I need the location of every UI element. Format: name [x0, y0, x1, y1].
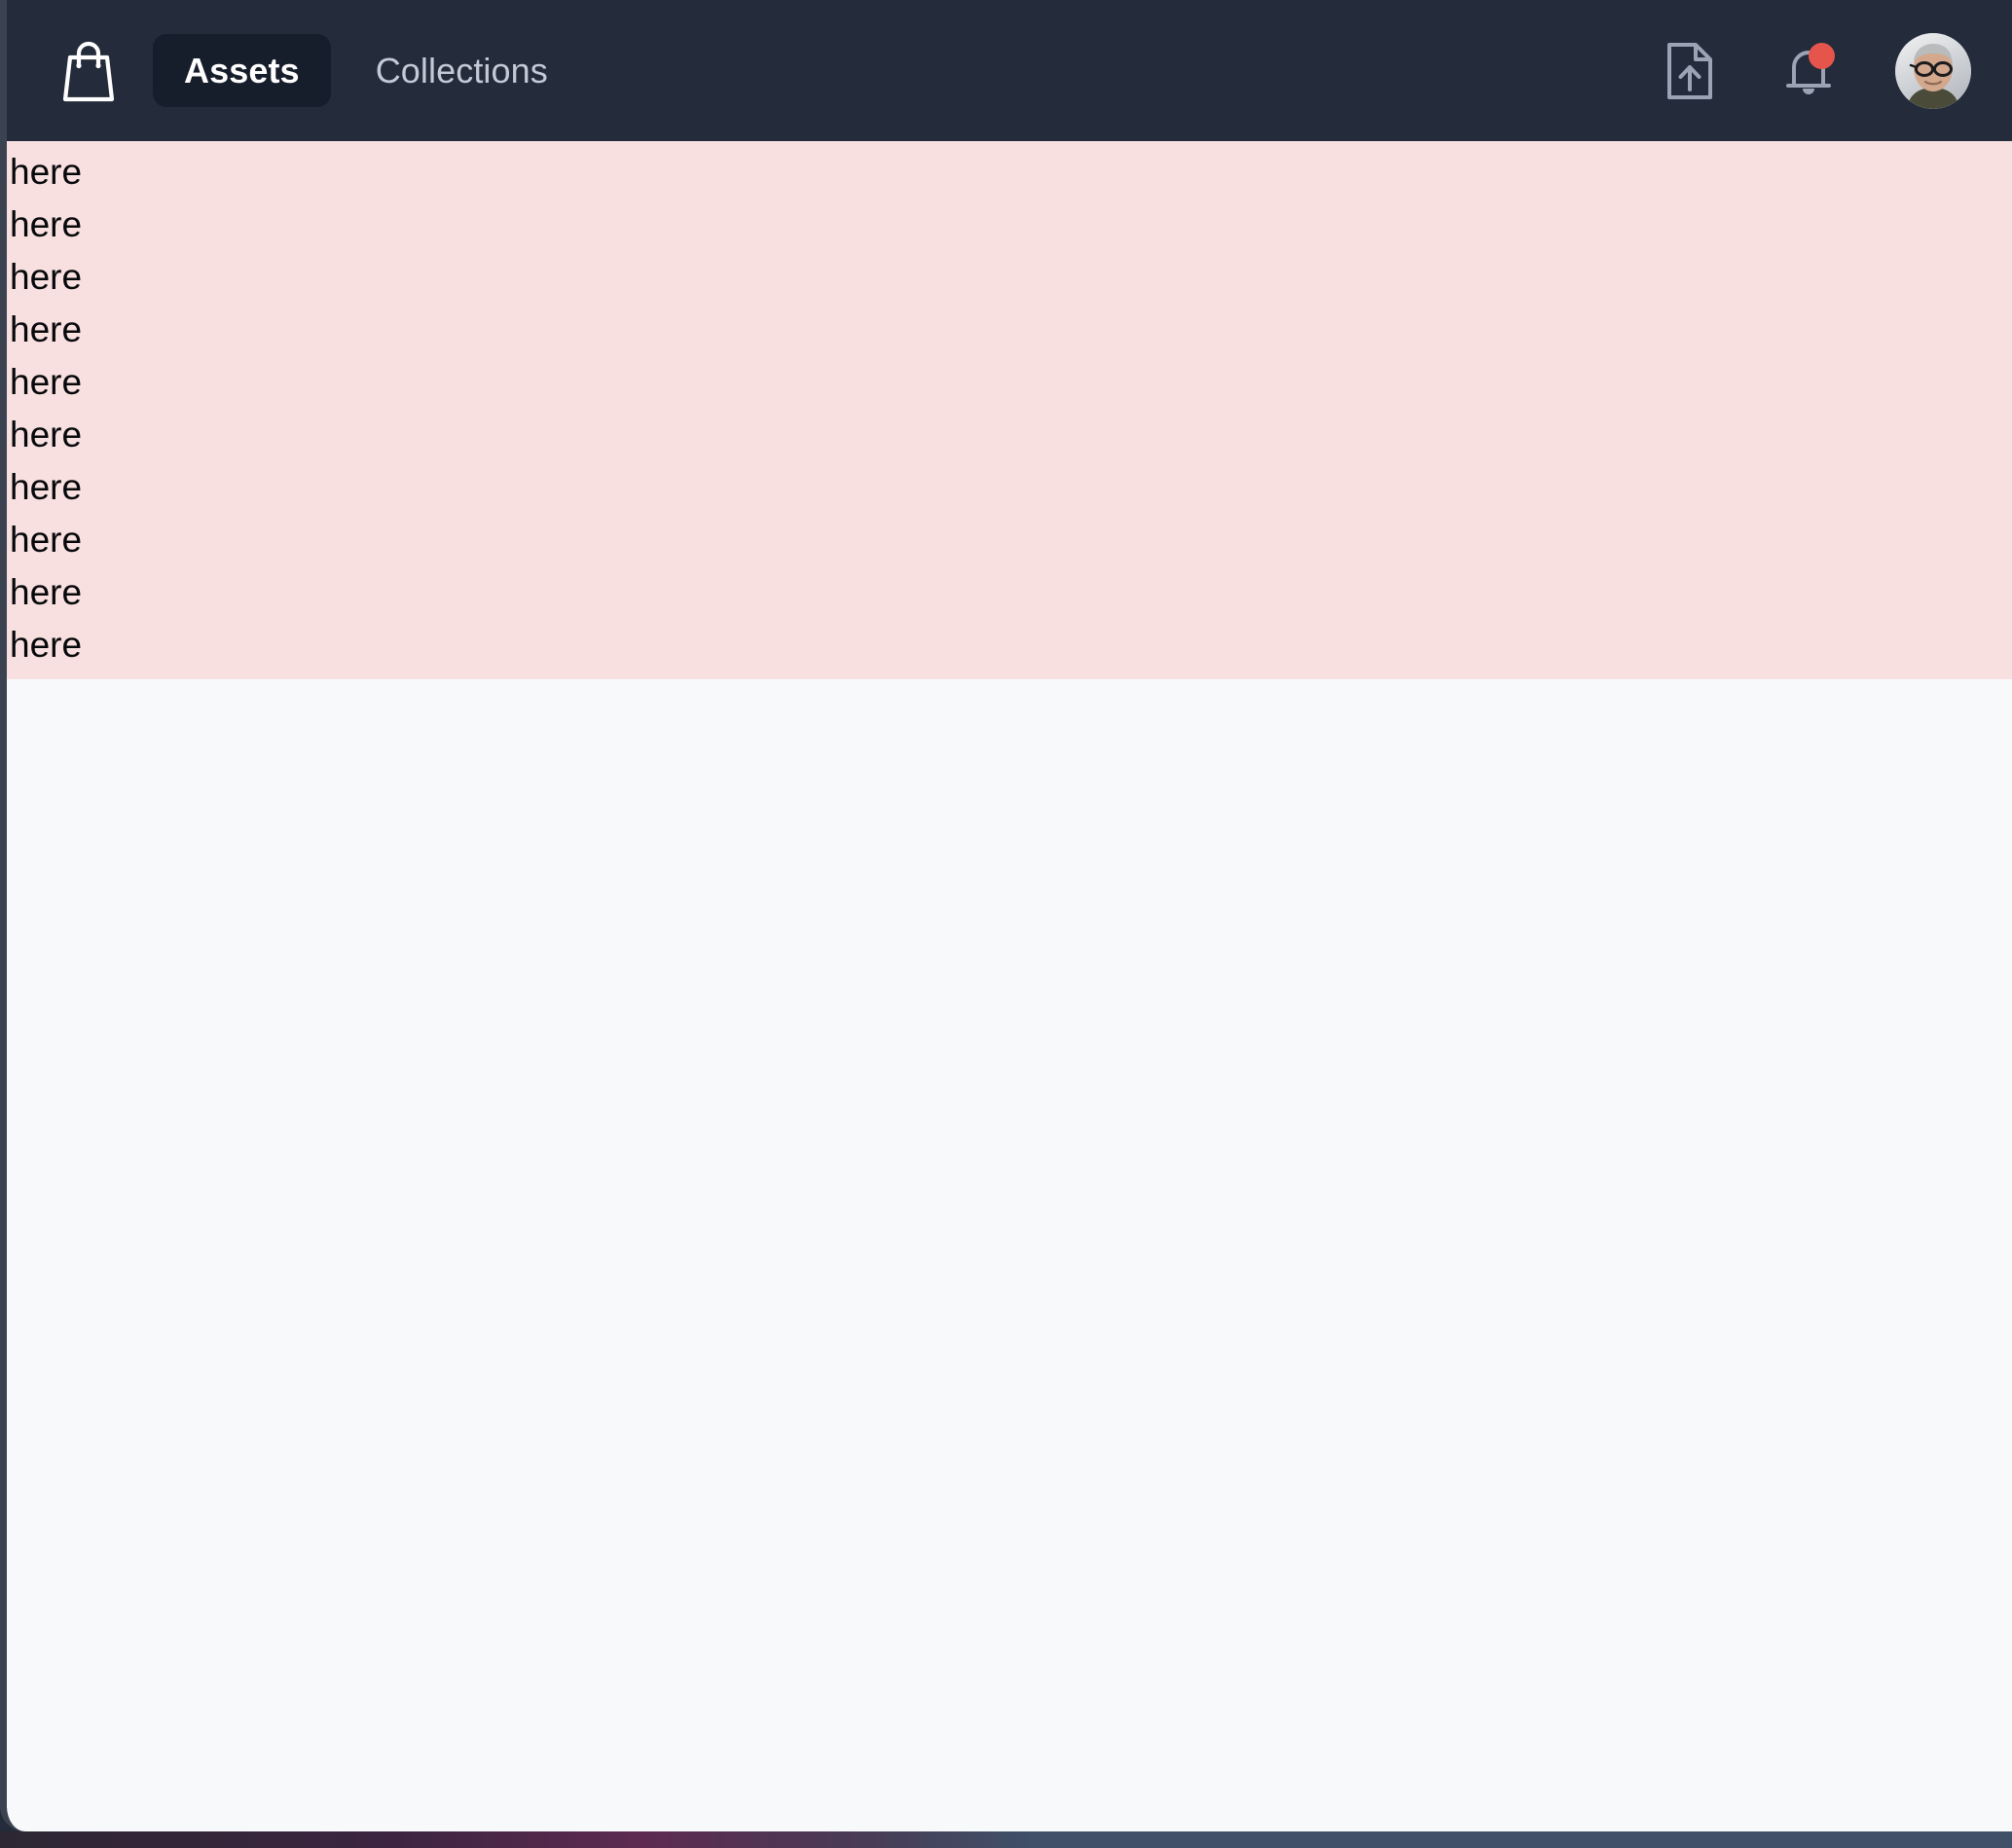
alert-line: here	[10, 362, 83, 402]
header-nav-tabs: Assets Collections	[153, 33, 579, 108]
tab-assets[interactable]: Assets	[153, 33, 331, 108]
avatar[interactable]	[1895, 32, 1971, 109]
upload-file-button[interactable]	[1658, 39, 1722, 103]
alert-line: here	[10, 309, 83, 349]
alert-line: here	[10, 204, 83, 244]
bottom-strip-left	[0, 1831, 1032, 1848]
alert-line: here	[10, 572, 83, 612]
notification-badge-dot	[1809, 42, 1835, 69]
tab-collections[interactable]: Collections	[345, 34, 579, 108]
content-area	[7, 679, 2012, 1808]
alert-line: here	[10, 415, 83, 454]
alert-line: here	[10, 625, 83, 665]
notifications-button[interactable]	[1776, 39, 1841, 103]
alert-region: here here here here here here here here …	[7, 141, 2012, 679]
alert-line: here	[10, 257, 83, 297]
shopping-bag-icon[interactable]	[57, 36, 120, 106]
upload-file-icon	[1664, 41, 1715, 101]
app-header: Assets Collections	[0, 0, 2012, 141]
page-surface: here here here here here here here here …	[0, 141, 2012, 1831]
bottom-strip	[0, 1831, 2012, 1848]
app-window: Assets Collections here here here here h…	[0, 0, 2012, 1848]
alert-line: here	[10, 520, 83, 560]
header-actions	[1658, 32, 1971, 109]
alert-line: here	[10, 152, 83, 192]
alert-line: here	[10, 467, 83, 507]
